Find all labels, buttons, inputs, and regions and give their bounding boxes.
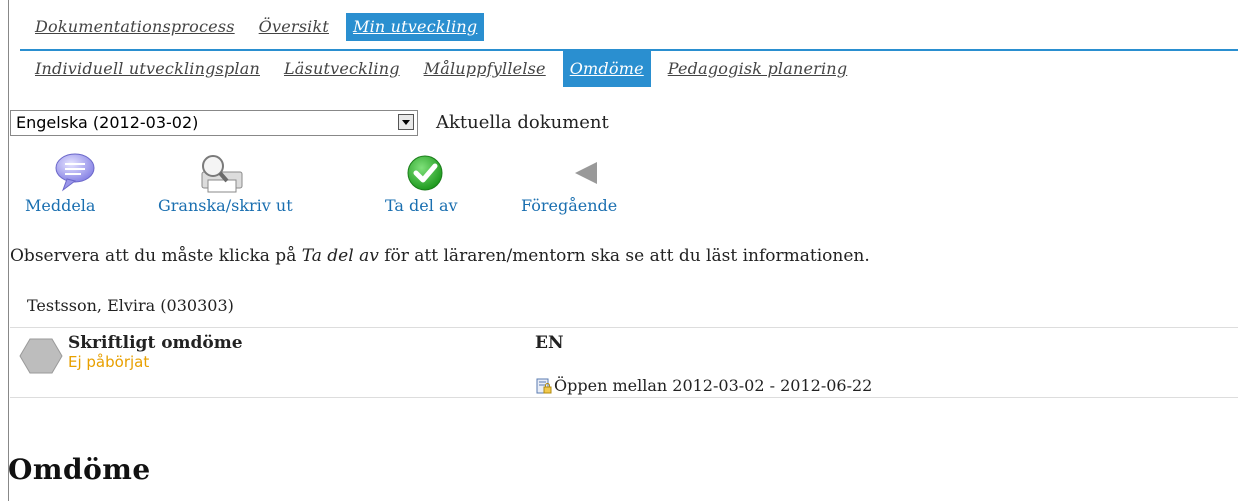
tab-oversikt[interactable]: Översikt xyxy=(252,13,336,41)
assessment-subject: EN xyxy=(535,333,564,353)
document-select-value: Engelska (2012-03-02) xyxy=(16,113,199,132)
lock-document-icon xyxy=(536,378,552,393)
previous-button[interactable]: Föregående xyxy=(521,150,661,215)
open-period-text: Öppen mellan 2012-03-02 - 2012-06-22 xyxy=(554,376,873,395)
acknowledge-notice: Observera att du måste klicka på Ta del … xyxy=(10,246,870,266)
sub-tabs: Individuell utvecklingsplan Läsutvecklin… xyxy=(28,50,864,87)
acknowledge-button[interactable]: Ta del av xyxy=(385,150,485,215)
assessment-row[interactable]: Skriftligt omdöme Ej påbörjat EN Öppen m… xyxy=(10,327,1238,398)
student-name: Testsson, Elvira (030303) xyxy=(27,296,234,315)
current-documents-label: Aktuella dokument xyxy=(436,112,609,133)
open-period: Öppen mellan 2012-03-02 - 2012-06-22 xyxy=(536,376,872,395)
printer-preview-icon xyxy=(158,150,348,196)
status-hexagon-icon xyxy=(19,338,63,374)
tab-omdome[interactable]: Omdöme xyxy=(562,50,651,87)
check-icon xyxy=(385,150,485,196)
tab-pedagogisk-planering[interactable]: Pedagogisk planering xyxy=(661,50,855,87)
previous-arrow-icon xyxy=(521,150,661,196)
document-select[interactable]: Engelska (2012-03-02) xyxy=(10,110,418,136)
tab-min-utveckling[interactable]: Min utveckling xyxy=(345,13,485,41)
section-heading: Omdöme xyxy=(8,453,151,486)
notice-text-end: för att läraren/mentorn ska se att du lä… xyxy=(378,246,870,266)
main-tabs: Dokumentationsprocess Översikt Min utvec… xyxy=(28,13,494,41)
notice-text-start: Observera att du måste klicka på xyxy=(10,246,302,266)
dropdown-arrow-icon[interactable] xyxy=(398,114,414,130)
tab-maluppfyllelse[interactable]: Måluppfyllelse xyxy=(417,50,553,87)
tab-lasutveckling[interactable]: Läsutveckling xyxy=(277,50,407,87)
message-button[interactable]: Meddela xyxy=(25,150,125,215)
tab-dokumentationsprocess[interactable]: Dokumentationsprocess xyxy=(28,13,242,41)
notice-emphasis: Ta del av xyxy=(301,246,379,266)
preview-print-button[interactable]: Granska/skriv ut xyxy=(158,150,348,215)
preview-print-label: Granska/skriv ut xyxy=(158,196,293,215)
left-border xyxy=(8,0,9,501)
tab-individuell-utvecklingsplan[interactable]: Individuell utvecklingsplan xyxy=(28,50,267,87)
previous-label: Föregående xyxy=(521,196,618,215)
message-label: Meddela xyxy=(25,196,96,215)
assessment-status: Ej påbörjat xyxy=(68,353,150,371)
acknowledge-label: Ta del av xyxy=(385,196,458,215)
speech-bubble-icon xyxy=(25,150,125,196)
assessment-title[interactable]: Skriftligt omdöme xyxy=(68,333,243,353)
